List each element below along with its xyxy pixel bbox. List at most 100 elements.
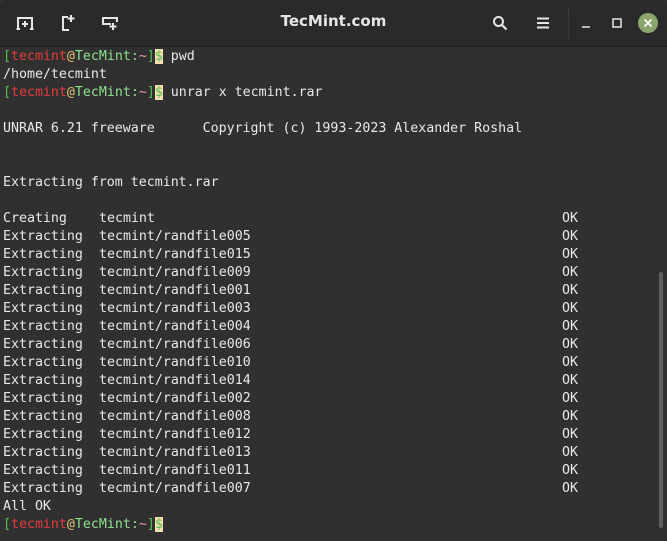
extraction-row: Extracting tecmint/randfile007 OK [3, 480, 633, 498]
prompt-bracket: ] [146, 517, 155, 532]
prompt-bracket: ] [146, 85, 155, 100]
new-tab-button[interactable] [10, 9, 40, 37]
extraction-action: Extracting [3, 229, 83, 244]
extraction-action: Extracting [3, 391, 83, 406]
prompt-host: TecMint [74, 49, 131, 64]
prompt-colon: : [130, 49, 139, 64]
extraction-action: Extracting [3, 337, 83, 352]
extraction-row: Extracting tecmint/randfile015 OK [3, 246, 633, 264]
extraction-row: Extracting tecmint/randfile011 OK [3, 462, 633, 480]
prompt-user: tecmint [11, 517, 67, 532]
new-window-button[interactable] [53, 9, 83, 37]
extraction-action: Extracting [3, 373, 83, 388]
extraction-action: Extracting [3, 355, 83, 370]
maximize-button[interactable] [602, 9, 632, 37]
extraction-path: tecmint/randfile001 [99, 283, 251, 298]
minimize-button[interactable] [572, 9, 602, 37]
extraction-path: tecmint/randfile012 [99, 427, 251, 442]
extraction-path: tecmint/randfile008 [99, 409, 251, 424]
extraction-path: tecmint/randfile010 [99, 355, 251, 370]
summary-line: All OK [3, 499, 51, 514]
extraction-action: Extracting [3, 265, 83, 280]
extraction-path: tecmint/randfile007 [99, 481, 251, 496]
extraction-row: Extracting tecmint/randfile002 OK [3, 390, 633, 408]
menu-button[interactable] [528, 9, 558, 37]
extraction-status: OK [562, 229, 578, 244]
extraction-path: tecmint/randfile004 [99, 319, 251, 334]
extraction-status: OK [562, 301, 578, 316]
extraction-path: tecmint/randfile014 [99, 373, 251, 388]
prompt-at: @ [66, 49, 75, 64]
extraction-action: Creating [3, 211, 67, 226]
prompt-line: [tecmint@TecMint:~]$ pwd [3, 48, 633, 66]
extraction-row: Extracting tecmint/randfile003 OK [3, 300, 633, 318]
extraction-path: tecmint/randfile015 [99, 247, 251, 262]
extraction-row: Extracting tecmint/randfile010 OK [3, 354, 633, 372]
unrar-banner: UNRAR 6.21 freeware Copyright (c) 1993-2… [3, 121, 523, 136]
extraction-status: OK [562, 355, 578, 370]
extraction-row: Extracting tecmint/randfile013 OK [3, 444, 633, 462]
output-line: /home/tecmint [3, 67, 107, 82]
extraction-path: tecmint/randfile002 [99, 391, 251, 406]
prompt-colon: : [130, 517, 139, 532]
extraction-path: tecmint/randfile011 [99, 463, 251, 478]
new-window-icon [62, 15, 75, 31]
extraction-status: OK [562, 319, 578, 334]
maximize-icon [612, 18, 622, 28]
prompt-bracket: [ [3, 85, 11, 100]
extraction-action: Extracting [3, 247, 83, 262]
prompt-bracket: [ [3, 49, 11, 64]
prompt-bracket: ] [146, 49, 155, 64]
scrollbar[interactable] [659, 272, 663, 528]
extraction-row: Extracting tecmint/randfile012 OK [3, 426, 633, 444]
new-tab-icon [16, 17, 34, 30]
menu-icon [537, 17, 549, 29]
command-text: unrar x tecmint.rar [162, 85, 323, 100]
search-button[interactable] [485, 9, 515, 37]
header-separator [568, 8, 569, 40]
extraction-path: tecmint/randfile009 [99, 265, 251, 280]
prompt-dollar: $ [154, 49, 163, 64]
terminal-output[interactable]: [tecmint@TecMint:~]$ pwd /home/tecmint [… [3, 48, 633, 540]
extraction-row: Extracting tecmint/randfile004 OK [3, 318, 633, 336]
prompt-path: ~ [138, 49, 147, 64]
extraction-status: OK [562, 373, 578, 388]
extraction-row: Creating tecmint OK [3, 210, 633, 228]
extraction-row: Extracting tecmint/randfile014 OK [3, 372, 633, 390]
extracting-from-line: Extracting from tecmint.rar [3, 175, 219, 190]
extraction-action: Extracting [3, 319, 83, 334]
prompt-path: ~ [138, 85, 147, 100]
terminal-window: TecMint.com [tecmint@TecMint:~]$ pwd /ho… [0, 0, 667, 541]
prompt-dollar: $ [154, 85, 163, 100]
extraction-status: OK [562, 481, 578, 496]
prompt-line: [tecmint@TecMint:~]$ unrar x tecmint.rar [3, 84, 633, 102]
extraction-action: Extracting [3, 445, 83, 460]
extraction-action: Extracting [3, 301, 83, 316]
extraction-list: Creating tecmint OK Extracting tecmint/randf… [3, 210, 633, 498]
extraction-path: tecmint/randfile003 [99, 301, 251, 316]
extraction-status: OK [562, 265, 578, 280]
extraction-action: Extracting [3, 427, 83, 442]
extraction-row: Extracting tecmint/randfile006 OK [3, 336, 633, 354]
search-icon [493, 16, 508, 31]
split-icon [102, 17, 118, 30]
split-button[interactable] [95, 9, 125, 37]
extraction-status: OK [562, 283, 578, 298]
extraction-action: Extracting [3, 409, 83, 424]
extraction-status: OK [562, 445, 578, 460]
prompt-host: TecMint [74, 85, 131, 100]
extraction-action: Extracting [3, 283, 83, 298]
prompt-user: tecmint [11, 85, 67, 100]
extraction-action: Extracting [3, 463, 83, 478]
close-button[interactable] [638, 13, 658, 33]
minimize-icon [582, 26, 590, 28]
prompt-at: @ [66, 517, 75, 532]
prompt-bracket: [ [3, 517, 11, 532]
title-bar: TecMint.com [0, 0, 667, 47]
prompt-host: TecMint [74, 517, 131, 532]
extraction-action: Extracting [3, 481, 83, 496]
extraction-status: OK [562, 247, 578, 262]
